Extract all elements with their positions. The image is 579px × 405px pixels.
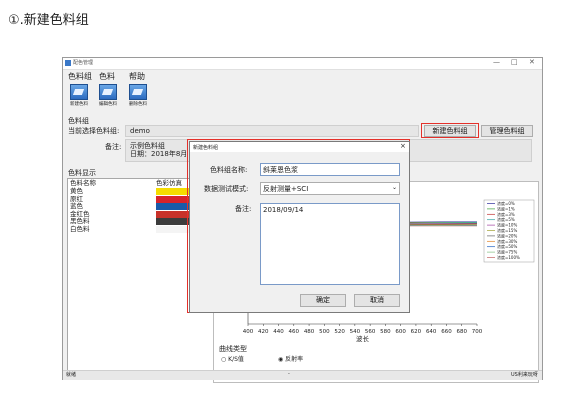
dialog-titlebar: 新建色料组 ×	[190, 142, 409, 152]
legend-entry: 浓度=100%	[497, 254, 520, 260]
legend-entry: 浓度=20%	[497, 232, 517, 238]
dialog-ok-button[interactable]: 确定	[300, 294, 346, 307]
status-right: US利来玩呀	[511, 372, 538, 378]
option-ks[interactable]: ○ K/S值	[221, 354, 244, 363]
app-icon	[65, 60, 71, 66]
legend-entry: 浓度=10%	[497, 222, 517, 228]
test-mode-select[interactable]: 反射测量+SCI ⌄	[260, 182, 400, 195]
header-colorant-name: 色料名称	[70, 179, 96, 187]
dialog-remark-value: 2018/09/14	[263, 206, 304, 214]
dialog-mode-label: 数据测试模式:	[204, 185, 249, 193]
x-tick-label: 640	[426, 329, 437, 335]
dialog-name-label: 色料组名称:	[210, 166, 248, 174]
window-title: 配色管理	[73, 60, 94, 66]
x-tick-label: 500	[319, 329, 330, 335]
group-section-title: 色料组	[68, 117, 89, 125]
x-tick-label: 660	[441, 329, 452, 335]
main-window: 配色管理 — □ ✕ 色料组 色料 帮助 新建色料 编辑色料 删除色料 色料组 …	[62, 57, 543, 383]
menubar: 色料组 色料 帮助	[63, 70, 542, 82]
menu-colorant[interactable]: 色料	[99, 71, 115, 82]
chevron-down-icon: ⌄	[391, 184, 397, 191]
dialog-remark-textarea[interactable]: 2018/09/14	[260, 203, 400, 285]
x-tick-label: 440	[273, 329, 284, 335]
x-tick-label: 400	[243, 329, 254, 335]
menu-help[interactable]: 帮助	[129, 71, 145, 82]
dialog-cancel-button[interactable]: 取消	[354, 294, 400, 307]
display-section-title: 色料显示	[68, 169, 96, 177]
status-left: 就绪	[66, 372, 77, 378]
delete-colorant-button[interactable]: 删除色料	[125, 84, 151, 107]
header-color-sim: 色彩仿真	[156, 179, 182, 187]
dialog-title: 新建色料组	[193, 145, 219, 151]
legend-entry: 浓度=75%	[497, 249, 517, 255]
remark-line2: 日期：2018年8月	[130, 150, 188, 158]
x-axis-label: 波长	[356, 334, 370, 343]
group-name-value: 斜莱恩色浆	[263, 166, 298, 174]
minimize-icon[interactable]: —	[493, 58, 500, 66]
close-icon[interactable]: ✕	[529, 58, 535, 66]
test-mode-value: 反射测量+SCI	[263, 185, 309, 193]
dialog-close-icon[interactable]: ×	[400, 142, 406, 150]
maximize-icon[interactable]: □	[511, 58, 518, 66]
x-tick-label: 460	[289, 329, 300, 335]
menu-colorant-group[interactable]: 色料组	[68, 71, 92, 82]
legend-entry: 浓度=3%	[497, 211, 515, 217]
edit-colorant-button[interactable]: 编辑色料	[95, 84, 121, 107]
option-reflectance-label: 反射率	[285, 356, 304, 363]
current-group-field: demo	[125, 125, 419, 137]
series-line	[406, 221, 478, 223]
option-ks-label: K/S值	[228, 356, 244, 363]
x-tick-label: 480	[304, 329, 315, 335]
current-group-value: demo	[130, 127, 150, 135]
legend-entry: 浓度=50%	[497, 243, 517, 249]
new-colorant-icon	[70, 84, 88, 100]
delete-colorant-icon	[129, 84, 147, 100]
delete-colorant-label: 删除色料	[129, 102, 147, 107]
edit-colorant-icon	[99, 84, 117, 100]
dialog-remark-label: 备注:	[235, 205, 252, 213]
new-colorant-label: 新建色料	[70, 102, 88, 107]
legend-entry: 浓度=0%	[497, 200, 515, 206]
option-reflectance[interactable]: ◉ 反射率	[278, 354, 303, 363]
colorant-name: 白色料	[70, 224, 90, 233]
current-group-label: 当前选择色料组:	[68, 127, 120, 135]
group-name-input[interactable]: 斜莱恩色浆	[260, 163, 400, 176]
new-group-dialog: 新建色料组 × 色料组名称: 斜莱恩色浆 数据测试模式: 反射测量+SCI ⌄ …	[189, 141, 410, 313]
curve-type-label: 曲线类型	[219, 345, 247, 353]
new-group-button[interactable]: 新建色料组	[424, 125, 476, 137]
legend-entry: 浓度=5%	[497, 216, 515, 222]
edit-colorant-label: 编辑色料	[99, 102, 117, 107]
legend-entry: 浓度=1%	[497, 205, 515, 211]
x-tick-label: 520	[334, 329, 345, 335]
x-tick-label: 580	[380, 329, 391, 335]
legend-entry: 浓度=15%	[497, 227, 517, 233]
x-tick-label: 700	[472, 329, 483, 335]
x-tick-label: 420	[258, 329, 269, 335]
status-mid: -	[288, 371, 290, 377]
x-tick-label: 680	[456, 329, 467, 335]
legend-entry: 浓度=30%	[497, 238, 517, 244]
x-tick-label: 620	[411, 329, 422, 335]
status-bar: 就绪 - US利来玩呀	[63, 370, 542, 380]
remark-label: 备注:	[105, 143, 122, 151]
window-titlebar: 配色管理 — □ ✕	[63, 58, 542, 70]
new-colorant-button[interactable]: 新建色料	[66, 84, 92, 107]
manage-group-button[interactable]: 管理色料组	[481, 125, 533, 137]
x-tick-label: 600	[395, 329, 406, 335]
page-heading: ①.新建色料组	[8, 13, 89, 28]
